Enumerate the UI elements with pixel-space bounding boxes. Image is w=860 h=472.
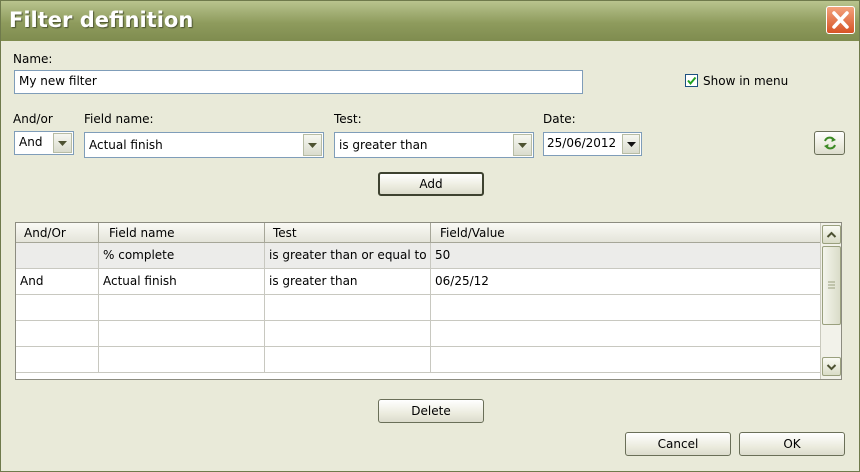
delete-button[interactable]: Delete <box>378 399 484 423</box>
table-cell-empty[interactable] <box>99 295 265 321</box>
test-dropdown-button[interactable] <box>513 134 532 156</box>
table-cell-field-value[interactable]: 06/25/12 <box>431 269 821 295</box>
column-header-field-value[interactable]: Field/Value <box>431 223 821 243</box>
window-title: Filter definition <box>9 8 194 32</box>
field-name-select-value: Actual finish <box>89 138 163 152</box>
test-select[interactable]: is greater than <box>334 132 534 158</box>
date-value[interactable]: 25/06/2012 <box>547 136 616 150</box>
chevron-down-icon <box>308 143 317 148</box>
table-cell-field-name[interactable]: Actual finish <box>99 269 265 295</box>
field-name-label: Field name: <box>84 112 154 126</box>
chevron-down-icon <box>826 364 837 371</box>
test-label: Test: <box>334 112 362 126</box>
andor-select[interactable]: And <box>14 131 74 155</box>
field-name-dropdown-button[interactable] <box>303 134 322 156</box>
table-cell-test[interactable]: is greater than or equal to <box>265 243 431 269</box>
table-cell-andor[interactable] <box>16 243 99 269</box>
ok-button[interactable]: OK <box>739 432 845 456</box>
date-dropdown-button[interactable] <box>622 134 640 154</box>
table-cell-andor[interactable]: And <box>16 269 99 295</box>
chevron-down-icon <box>58 141 67 146</box>
close-icon <box>832 11 849 29</box>
vertical-scrollbar[interactable] <box>820 223 841 379</box>
test-select-value: is greater than <box>339 138 428 152</box>
chevron-down-icon <box>518 143 527 148</box>
title-bar[interactable]: Filter definition <box>1 1 859 41</box>
cancel-button[interactable]: Cancel <box>625 432 731 456</box>
date-picker[interactable]: 25/06/2012 <box>543 132 642 156</box>
andor-label: And/or <box>13 112 53 126</box>
column-header-test[interactable]: Test <box>265 223 431 243</box>
show-in-menu-checkbox[interactable] <box>685 74 698 87</box>
scroll-thumb[interactable] <box>822 246 841 325</box>
table-cell-empty[interactable] <box>431 321 821 347</box>
andor-select-value: And <box>19 135 43 149</box>
criteria-table: And/Or Field name Test Field/Value % com… <box>15 222 842 380</box>
table-cell-empty[interactable] <box>265 295 431 321</box>
andor-dropdown-button[interactable] <box>53 133 72 153</box>
close-button[interactable] <box>826 6 855 34</box>
table-cell-empty[interactable] <box>265 321 431 347</box>
table-cell-empty[interactable] <box>16 295 99 321</box>
table-cell-field-value[interactable]: 50 <box>431 243 821 269</box>
name-label: Name: <box>13 52 53 66</box>
table-cell-empty[interactable] <box>431 347 821 373</box>
scroll-up-button[interactable] <box>822 225 841 244</box>
table-cell-test[interactable]: is greater than <box>265 269 431 295</box>
column-header-andor[interactable]: And/Or <box>16 223 99 243</box>
scroll-down-button[interactable] <box>822 357 841 376</box>
table-cell-field-name[interactable]: % complete <box>99 243 265 269</box>
table-cell-empty[interactable] <box>431 295 821 321</box>
show-in-menu-label[interactable]: Show in menu <box>703 74 788 88</box>
field-name-select[interactable]: Actual finish <box>84 132 324 158</box>
refresh-icon <box>823 136 836 150</box>
table-cell-empty[interactable] <box>99 347 265 373</box>
filter-definition-dialog: Filter definition Name: My new filter Sh… <box>0 0 860 472</box>
table-cell-empty[interactable] <box>265 347 431 373</box>
date-label: Date: <box>543 112 576 126</box>
table-cell-empty[interactable] <box>16 321 99 347</box>
checkmark-icon <box>687 76 697 86</box>
add-button[interactable]: Add <box>378 172 484 196</box>
table-cell-empty[interactable] <box>99 321 265 347</box>
name-input[interactable]: My new filter <box>14 70 583 94</box>
name-input-value: My new filter <box>19 74 97 88</box>
chevron-down-icon <box>627 142 636 147</box>
grip-icon <box>828 281 835 289</box>
refresh-button[interactable] <box>814 131 845 155</box>
chevron-up-icon <box>826 231 837 238</box>
column-header-field-name[interactable]: Field name <box>99 223 265 243</box>
table-cell-empty[interactable] <box>16 347 99 373</box>
